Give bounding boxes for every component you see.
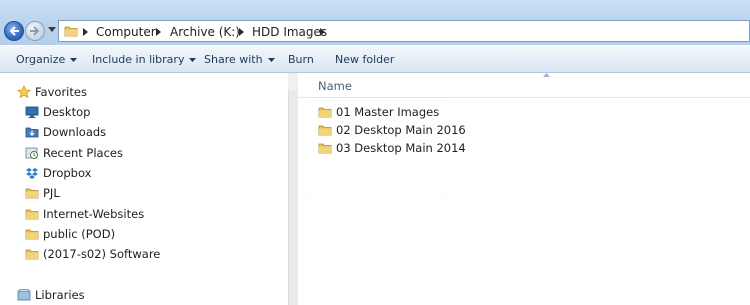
sidebar-item-label: Desktop: [43, 105, 91, 119]
include-in-library-label: Include in library: [92, 53, 185, 66]
chevron-right-icon[interactable]: [320, 28, 325, 36]
breadcrumb-computer[interactable]: Computer: [96, 25, 156, 39]
organize-button[interactable]: Organize: [16, 53, 78, 66]
libraries-icon: [17, 289, 31, 301]
forward-arrow-icon: [30, 26, 40, 36]
recent-places-icon: [25, 147, 38, 159]
sidebar-item-label: Internet-Websites: [43, 207, 145, 221]
folder-icon: [25, 209, 39, 220]
sidebar-item-label: public (POD): [43, 227, 116, 241]
chevron-right-icon[interactable]: [156, 28, 161, 36]
column-header-name[interactable]: Name: [298, 73, 750, 98]
file-name: 01 Master Images: [336, 105, 440, 119]
history-dropdown-icon[interactable]: [48, 27, 56, 33]
chevron-right-icon[interactable]: [239, 28, 244, 36]
address-strip: Computer Archive (K:) HDD Images: [0, 0, 750, 45]
organize-label: Organize: [16, 53, 66, 66]
folder-icon: [25, 249, 39, 260]
address-bar[interactable]: Computer Archive (K:) HDD Images: [58, 20, 750, 42]
include-in-library-button[interactable]: Include in library: [92, 53, 197, 66]
dropbox-icon: [26, 168, 38, 179]
folder-icon: [318, 125, 332, 136]
sidebar-item-label: PJL: [43, 186, 60, 200]
sort-ascending-icon: [543, 73, 550, 77]
sidebar-item-label: Recent Places: [43, 146, 123, 160]
breadcrumb-archive-drive[interactable]: Archive (K:): [170, 25, 240, 39]
dropdown-arrow-icon: [189, 58, 197, 62]
desktop-icon: [25, 106, 39, 118]
file-name: 03 Desktop Main 2014: [336, 141, 466, 155]
libraries-label: Libraries: [35, 288, 85, 302]
dropdown-arrow-icon: [267, 58, 275, 62]
downloads-icon: [25, 127, 39, 138]
navigation-scrollbar[interactable]: [288, 90, 298, 305]
sidebar-item-label: Dropbox: [43, 166, 92, 180]
back-button[interactable]: [4, 21, 24, 41]
folder-icon: [318, 107, 332, 118]
sidebar-item-label: (2017-s02) Software: [43, 247, 161, 261]
file-name: 02 Desktop Main 2016: [336, 123, 466, 137]
forward-button[interactable]: [25, 21, 45, 41]
file-list-pane: Name 01 Master Images 02 Desktop Main 20…: [298, 73, 750, 305]
share-with-button[interactable]: Share with: [204, 53, 275, 66]
favorites-label: Favorites: [35, 85, 87, 99]
breadcrumb-hdd-images[interactable]: HDD Images: [252, 25, 327, 39]
folder-icon: [318, 143, 332, 154]
folder-icon: [25, 229, 39, 240]
folder-icon: [25, 188, 39, 199]
chevron-right-icon[interactable]: [83, 28, 88, 36]
share-with-label: Share with: [204, 53, 263, 66]
star-icon: [17, 85, 31, 99]
back-arrow-icon: [9, 26, 19, 36]
navigation-pane: Favorites Desktop Downloads Recent Place…: [0, 73, 288, 305]
command-bar: Organize Include in library Share with B…: [0, 45, 750, 73]
column-name-label: Name: [318, 79, 352, 93]
dropdown-arrow-icon: [70, 58, 78, 62]
folder-icon: [64, 26, 78, 37]
burn-button[interactable]: Burn: [288, 53, 314, 66]
sidebar-item-label: Downloads: [43, 125, 107, 139]
new-folder-button[interactable]: New folder: [335, 53, 394, 66]
